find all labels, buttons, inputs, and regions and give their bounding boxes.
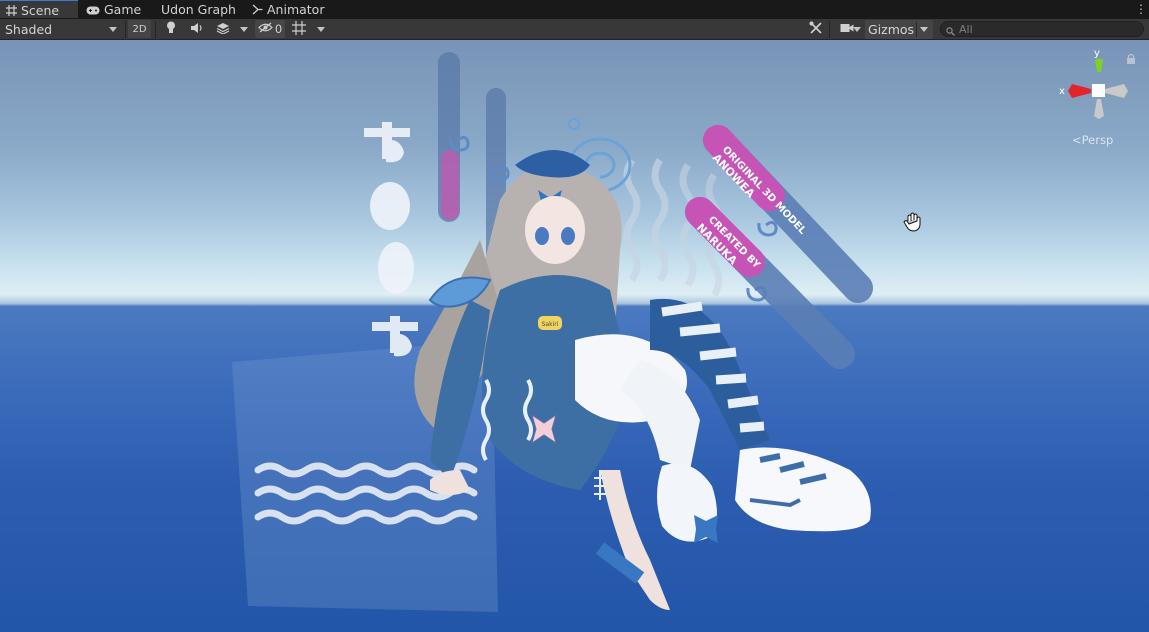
tab-udon-graph[interactable]: Udon Graph xyxy=(161,0,236,19)
grid-dropdown[interactable] xyxy=(313,20,329,38)
camera-icon xyxy=(840,22,854,36)
projection-label: Persp xyxy=(1081,133,1114,147)
scene-viewport[interactable]: ORIGINAL 3D MODEL ANOWEA CREATED BY NARU… xyxy=(0,40,1149,632)
animator-icon xyxy=(252,1,263,21)
tab-game[interactable]: Game xyxy=(86,0,141,19)
orientation-gizmo[interactable]: y x xyxy=(1056,46,1146,122)
tab-scene[interactable]: Scene xyxy=(0,0,78,18)
effects-dropdown[interactable] xyxy=(236,20,252,38)
tools-icon xyxy=(809,21,823,38)
chevron-down-icon xyxy=(317,27,325,32)
hierarchy-search-input[interactable]: All xyxy=(940,21,1144,37)
scene-render: ORIGINAL 3D MODEL ANOWEA CREATED BY NARU… xyxy=(232,52,921,612)
search-icon xyxy=(946,25,955,39)
gizmos-label: Gizmos xyxy=(868,22,915,37)
wave-line xyxy=(679,163,697,287)
projection-toggle[interactable]: <Persp xyxy=(1072,133,1113,147)
gamepad-icon xyxy=(86,1,100,21)
wave-line xyxy=(623,158,641,282)
effects-toggle-button[interactable] xyxy=(213,20,233,38)
y-axis-label: y xyxy=(1094,48,1100,59)
y-axis-cone[interactable] xyxy=(1095,59,1103,72)
minus-y-cone[interactable] xyxy=(1094,99,1104,119)
tab-label: Animator xyxy=(267,2,325,17)
audio-toggle-button[interactable] xyxy=(187,20,207,38)
tab-animator[interactable]: Animator xyxy=(252,0,324,19)
editor-tab-bar: Scene Game Udon Graph Animator ⋮ xyxy=(0,0,1149,19)
pan-hand-cursor-icon xyxy=(903,212,921,232)
perspective-icon: < xyxy=(1072,133,1082,147)
separator xyxy=(155,21,156,38)
x-axis-cone[interactable] xyxy=(1068,84,1091,98)
sign-top-line1: ORIGINAL 3D MODEL xyxy=(720,145,808,238)
lock-icon[interactable] xyxy=(1127,53,1135,65)
chevron-down-icon xyxy=(240,27,248,32)
layers-icon xyxy=(216,22,230,37)
separator xyxy=(916,22,917,37)
2d-label: 2D xyxy=(132,23,147,35)
lighting-toggle-button[interactable] xyxy=(161,20,181,38)
tab-label: Udon Graph xyxy=(161,2,236,17)
search-placeholder: All xyxy=(959,23,973,36)
tab-label: Scene xyxy=(21,3,60,18)
chevron-down-icon xyxy=(920,27,928,32)
vertical-bar-pink xyxy=(441,150,459,220)
separator xyxy=(829,21,830,38)
2d-toggle-button[interactable]: 2D xyxy=(128,20,151,38)
lightbulb-icon xyxy=(166,21,176,37)
camera-settings-button[interactable] xyxy=(832,20,862,38)
eye-slash-icon xyxy=(257,22,273,36)
chevron-down-icon xyxy=(853,27,861,32)
grid-snap-icon xyxy=(292,20,306,38)
tab-label: Game xyxy=(104,2,142,17)
separator xyxy=(125,21,126,38)
more-options-icon[interactable]: ⋮ xyxy=(1135,2,1147,16)
gizmo-center-cube[interactable] xyxy=(1092,84,1105,97)
x-axis-label: x xyxy=(1059,86,1065,97)
draw-mode-dropdown[interactable]: Shaded xyxy=(0,20,123,39)
scene-toolbar: Shaded 2D 0 Gizmos All xyxy=(0,19,1149,40)
z-axis-cone[interactable] xyxy=(1105,84,1128,98)
grid-toggle-button[interactable] xyxy=(289,20,309,38)
glyph-column xyxy=(364,122,418,357)
name-badge: Sakiri xyxy=(542,321,559,328)
draw-mode-value: Shaded xyxy=(5,22,53,37)
speaker-icon xyxy=(190,22,204,37)
chevron-down-icon xyxy=(109,27,117,32)
wave-line xyxy=(651,158,669,282)
tools-button[interactable] xyxy=(806,20,826,38)
hidden-count: 0 xyxy=(274,22,283,36)
gizmos-button[interactable]: Gizmos xyxy=(865,20,933,39)
hidden-objects-toggle[interactable]: 0 xyxy=(255,20,285,38)
swirl-decoration xyxy=(757,220,778,237)
